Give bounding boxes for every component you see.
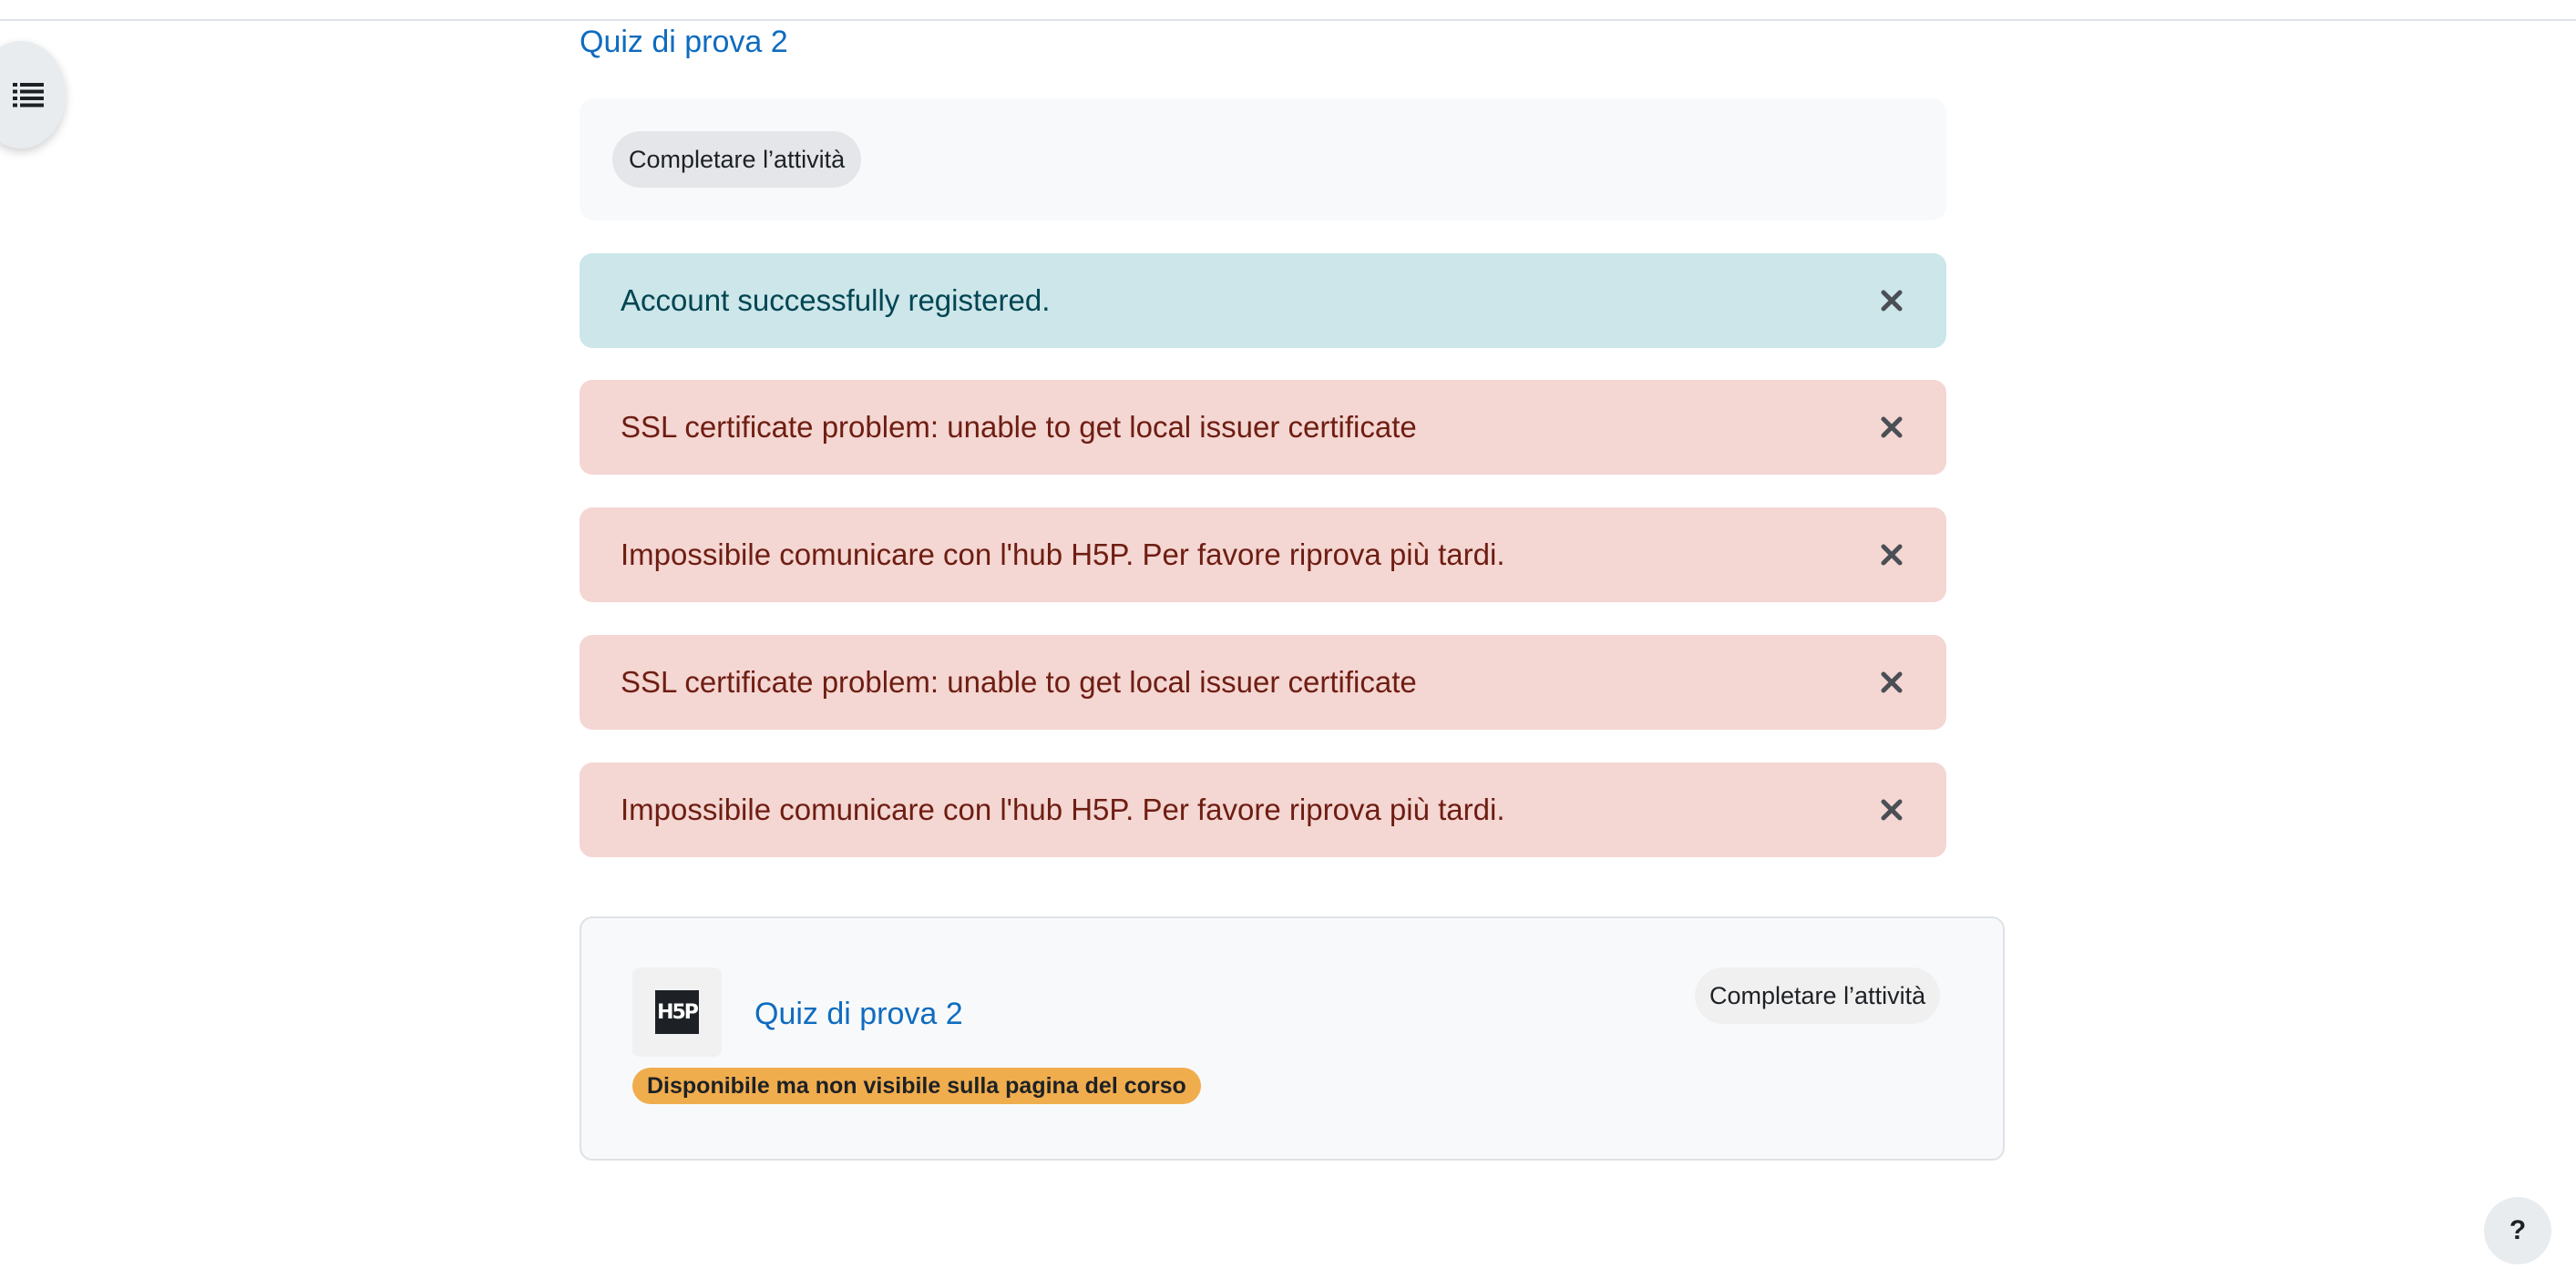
h5p-logo: H5P: [655, 990, 699, 1034]
mark-complete-button[interactable]: Completare l’attività: [612, 131, 862, 188]
alert-message: Account successfully registered.: [621, 283, 1051, 317]
activity-card: H5P Quiz di prova 2 Completare l’attivit…: [580, 916, 2005, 1161]
activity-mark-complete-button[interactable]: Completare l’attività: [1695, 967, 1941, 1024]
top-navbar: [0, 0, 2576, 21]
alert-danger: Impossibile comunicare con l'hub H5P. Pe…: [580, 762, 1946, 857]
alert-message: SSL certificate problem: unable to get l…: [621, 410, 1417, 444]
close-icon[interactable]: [1879, 797, 1904, 823]
visibility-badge: Disponibile ma non visibile sulla pagina…: [632, 1068, 1201, 1104]
activity-completion-box: Completare l’attività: [580, 98, 1946, 220]
alert-message: Impossibile comunicare con l'hub H5P. Pe…: [621, 793, 1505, 826]
alert-danger: SSL certificate problem: unable to get l…: [580, 380, 1946, 475]
h5p-icon: H5P: [632, 967, 722, 1057]
alert-message: Impossibile comunicare con l'hub H5P. Pe…: [621, 537, 1505, 571]
list-icon: [13, 83, 44, 107]
close-icon[interactable]: [1879, 542, 1904, 568]
close-icon[interactable]: [1879, 288, 1904, 313]
close-icon[interactable]: [1879, 414, 1904, 440]
alert-message: SSL certificate problem: unable to get l…: [621, 665, 1417, 699]
activity-title-link[interactable]: Quiz di prova 2: [754, 997, 963, 1032]
page-title[interactable]: Quiz di prova 2: [580, 22, 788, 62]
close-icon[interactable]: [1879, 670, 1904, 695]
help-button[interactable]: ?: [2484, 1197, 2551, 1264]
alert-danger: SSL certificate problem: unable to get l…: [580, 635, 1946, 730]
course-index-toggle[interactable]: [0, 41, 66, 148]
alert-danger: Impossibile comunicare con l'hub H5P. Pe…: [580, 507, 1946, 602]
alert-info: Account successfully registered.: [580, 253, 1946, 348]
